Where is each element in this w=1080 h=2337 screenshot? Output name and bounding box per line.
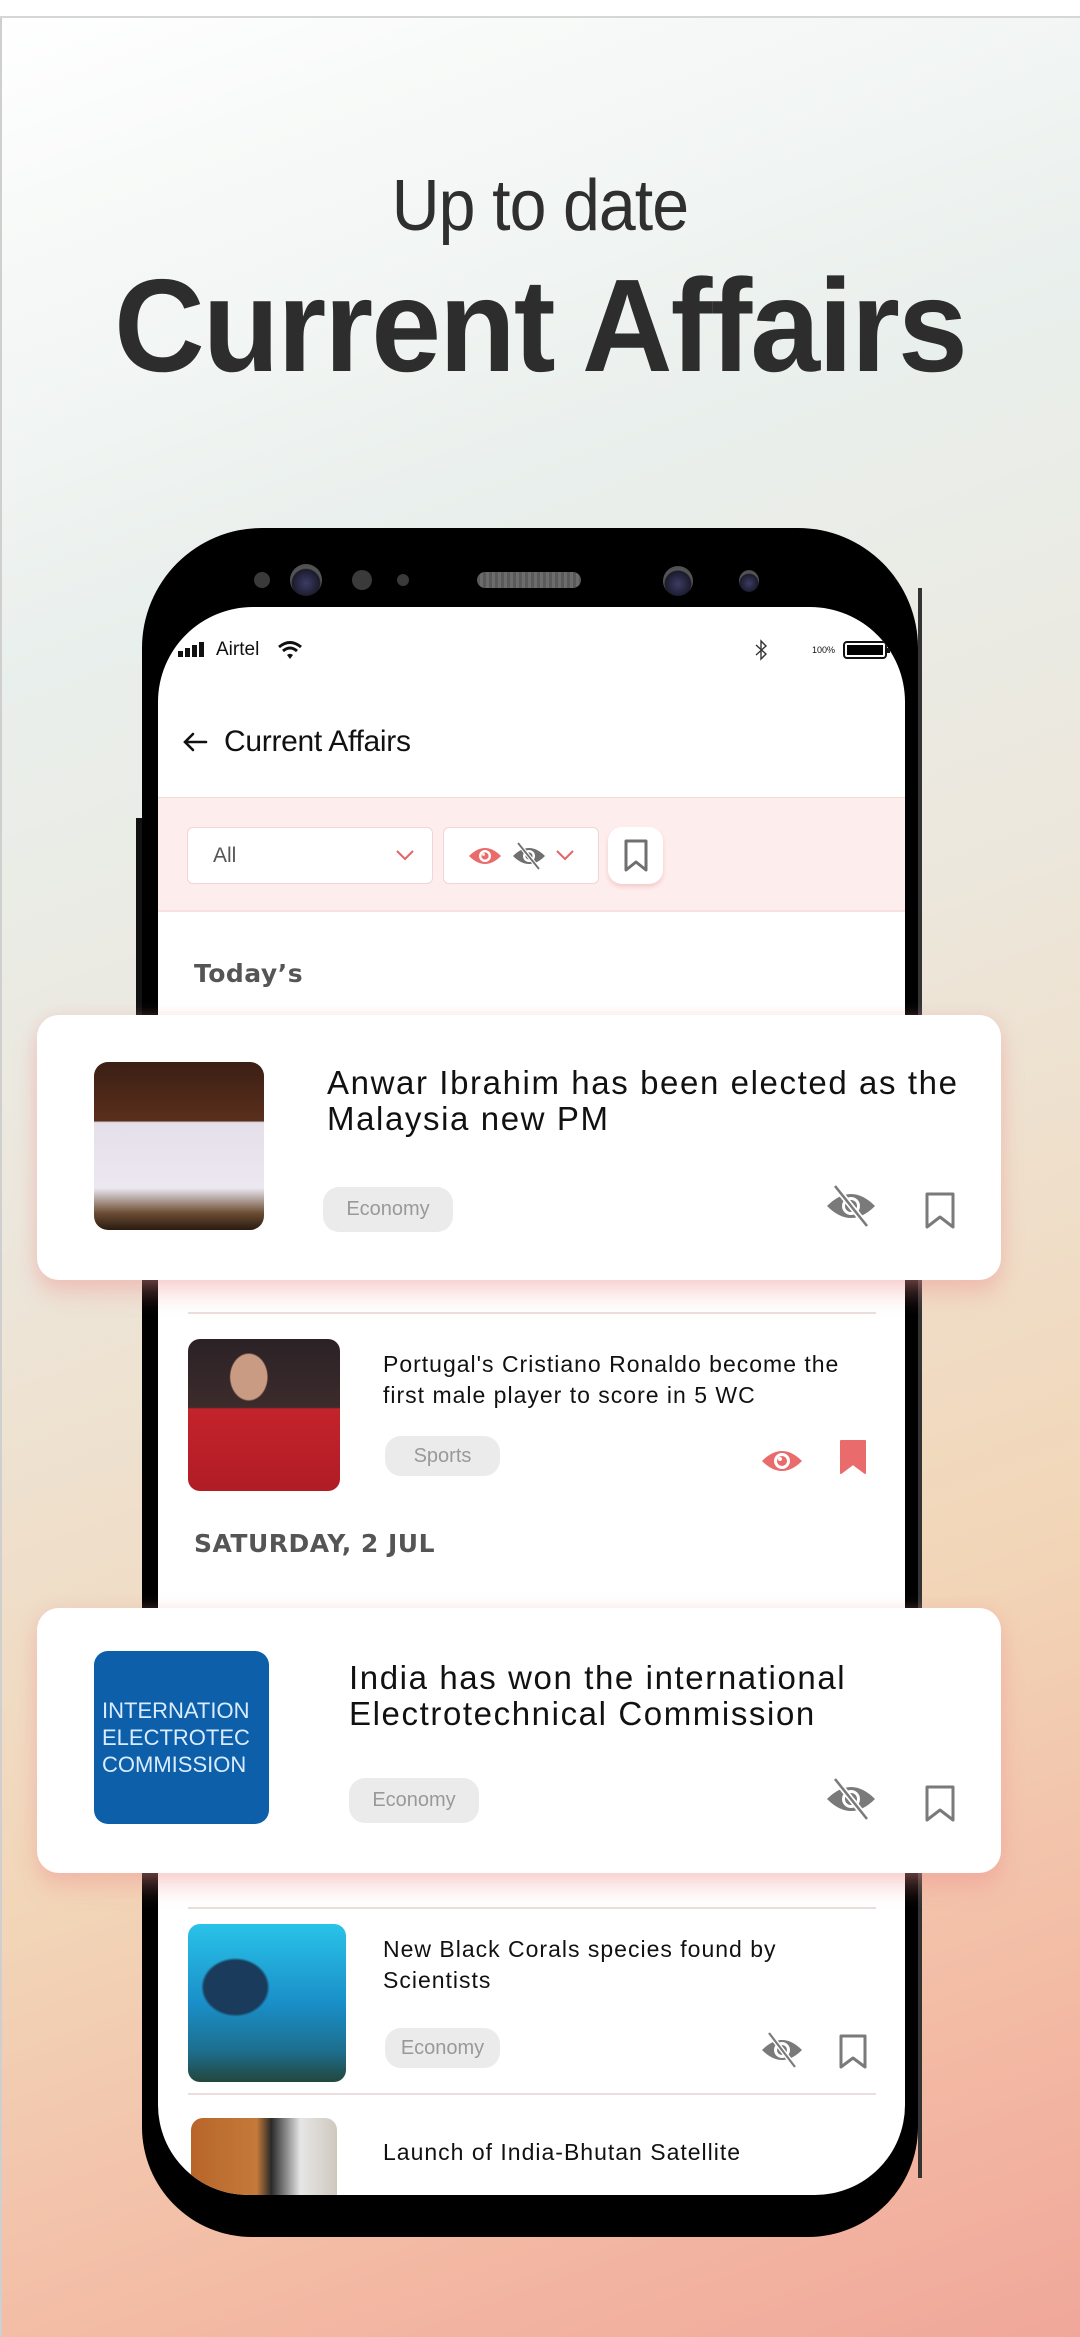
article-thumbnail xyxy=(188,1339,340,1491)
list-item[interactable]: Portugal's Cristiano Ronaldo become the … xyxy=(188,1329,876,1491)
article-thumbnail xyxy=(94,1062,264,1230)
category-tag: Sports xyxy=(385,1436,500,1476)
category-select-value: All xyxy=(213,843,237,867)
bookmark-outline-icon[interactable] xyxy=(839,2034,867,2070)
phone-edge xyxy=(918,588,922,2178)
eye-off-icon xyxy=(513,841,545,870)
bookmark-outline-icon[interactable] xyxy=(925,1785,955,1823)
eye-off-icon[interactable] xyxy=(826,1185,876,1227)
phone-side-button xyxy=(136,818,142,1018)
section-label: Today’s xyxy=(194,959,304,988)
highlighted-article-card[interactable]: INTERNATION ELECTROTEC COMMISSION India … xyxy=(37,1608,1001,1873)
section-label: SATURDAY, 2 JUL xyxy=(194,1529,436,1558)
front-camera-icon xyxy=(290,564,322,596)
list-item[interactable]: Launch of India-Bhutan Satellite xyxy=(188,2118,876,2195)
chevron-down-icon xyxy=(396,850,414,861)
bookmark-filled-icon[interactable] xyxy=(839,1439,867,1475)
article-thumbnail: INTERNATION ELECTROTEC COMMISSION xyxy=(94,1651,269,1824)
page-title: Current Affairs xyxy=(224,725,411,758)
divider xyxy=(188,1907,876,1909)
category-select[interactable]: All xyxy=(187,827,433,884)
carrier-name: Airtel xyxy=(216,639,260,660)
hero-subtitle: Up to date xyxy=(391,166,689,246)
left-border xyxy=(0,18,2,2337)
image-text-line: INTERNATION xyxy=(102,1698,250,1723)
article-thumbnail xyxy=(188,1924,346,2082)
wifi-icon xyxy=(278,641,303,659)
divider xyxy=(188,1312,876,1314)
sensor-icon xyxy=(254,572,270,588)
eye-off-icon[interactable] xyxy=(761,2032,803,2068)
bookmark-filter-button[interactable] xyxy=(608,827,663,884)
top-border xyxy=(0,0,1080,18)
front-camera-icon xyxy=(663,566,693,596)
phone-screen: Airtel 100% Current Affairs All Today’s … xyxy=(158,607,905,2195)
bluetooth-icon xyxy=(755,639,767,661)
arrow-left-icon[interactable] xyxy=(182,731,208,753)
battery-icon xyxy=(843,641,890,659)
eye-off-icon[interactable] xyxy=(826,1778,876,1820)
article-headline: Launch of India-Bhutan Satellite xyxy=(383,2139,742,2165)
category-tag: Economy xyxy=(349,1778,479,1823)
read-status-select[interactable] xyxy=(443,827,599,884)
hero-title: Current Affairs xyxy=(114,252,968,399)
article-thumbnail xyxy=(191,2118,337,2195)
article-headline: Anwar Ibrahim has been elected as the Ma… xyxy=(327,1064,959,1137)
sensor-icon xyxy=(352,570,372,590)
filter-bar: All xyxy=(158,797,905,912)
category-tag: Economy xyxy=(323,1187,453,1232)
sensor-icon xyxy=(397,574,409,586)
earpiece-speaker xyxy=(477,572,581,588)
article-headline: Portugal's Cristiano Ronaldo become the … xyxy=(383,1351,840,1408)
list-item[interactable]: New Black Corals species found by Scient… xyxy=(188,1924,876,2084)
eye-icon xyxy=(469,847,501,864)
image-text-line: ELECTROTEC xyxy=(102,1725,250,1750)
eye-icon[interactable] xyxy=(761,1446,803,1476)
status-bar: Airtel 100% xyxy=(178,635,890,665)
image-text-line: COMMISSION xyxy=(102,1752,247,1777)
article-headline: India has won the international Electrot… xyxy=(349,1659,847,1732)
front-camera-icon xyxy=(739,570,759,592)
signal-icon xyxy=(178,642,204,657)
chevron-down-icon xyxy=(556,850,574,861)
bookmark-outline-icon[interactable] xyxy=(925,1192,955,1230)
highlighted-article-card[interactable]: Anwar Ibrahim has been elected as the Ma… xyxy=(37,1015,1001,1280)
battery-percent: 100% xyxy=(811,645,835,655)
bookmark-outline-icon xyxy=(624,839,647,871)
app-bar: Current Affairs xyxy=(182,725,411,759)
divider xyxy=(188,2093,876,2095)
category-tag: Economy xyxy=(385,2028,500,2068)
article-headline: New Black Corals species found by Scient… xyxy=(383,1936,777,1993)
